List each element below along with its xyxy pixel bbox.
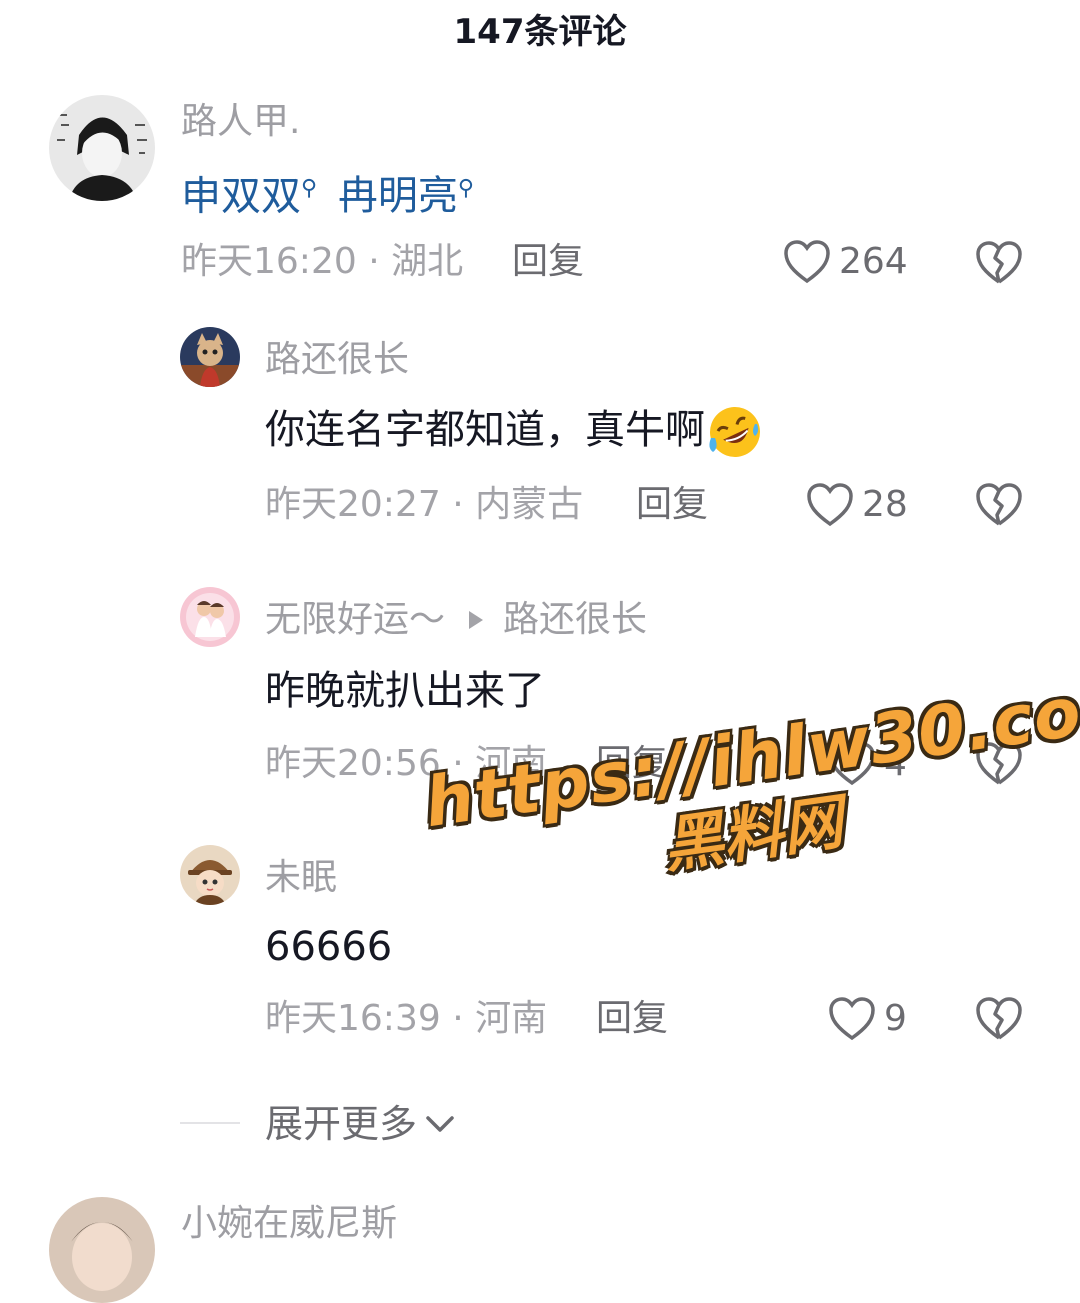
like-count: 9: [884, 998, 907, 1039]
avatar[interactable]: [180, 845, 240, 905]
avatar[interactable]: [180, 327, 240, 387]
search-icon[interactable]: ⚲: [458, 176, 474, 201]
comment-meta: 昨天16:20 · 湖北: [181, 241, 464, 282]
reply-button[interactable]: 回复: [596, 995, 668, 1043]
search-icon[interactable]: ⚲: [301, 176, 317, 201]
comment-text: 66666: [265, 924, 393, 970]
broken-heart-icon: [976, 241, 1022, 284]
avatar[interactable]: [49, 95, 155, 201]
avatar[interactable]: [180, 587, 240, 647]
comment-text: 你连名字都知道，真牛啊: [265, 403, 763, 460]
comment-meta: 昨天20:56 · 河南: [265, 743, 548, 784]
comment-username[interactable]: 未眠: [265, 854, 337, 902]
comment-meta: 昨天16:39 · 河南: [265, 998, 548, 1039]
reply-button[interactable]: 回复: [636, 481, 708, 529]
broken-heart-icon: [976, 742, 1022, 785]
like-count: 264: [839, 241, 908, 282]
comment-username[interactable]: 无限好运～: [265, 599, 445, 640]
dislike-button[interactable]: [975, 482, 1023, 532]
expand-more-label: 展开更多: [265, 1102, 418, 1146]
reply-arrow-icon: [469, 611, 484, 629]
like-count: 28: [862, 484, 908, 525]
comment-username[interactable]: 路人甲.: [181, 98, 300, 146]
reply-to-username[interactable]: 路还很长: [503, 599, 647, 640]
dislike-button[interactable]: [975, 996, 1023, 1046]
broken-heart-icon: [976, 483, 1022, 526]
broken-heart-icon: [976, 997, 1022, 1040]
comment-mentions: 申双双⚲ 冉明亮⚲: [181, 162, 474, 223]
heart-icon: [807, 483, 853, 527]
mention-link[interactable]: 冉明亮: [338, 173, 458, 219]
expand-divider: [180, 1122, 240, 1124]
comment-username-thread: 无限好运～ 路还很长: [265, 596, 647, 644]
expand-more-button[interactable]: 展开更多: [265, 1100, 457, 1148]
comment-text: 昨晚就扒出来了: [265, 668, 545, 714]
mention-link[interactable]: 申双双: [181, 173, 301, 219]
comment-username[interactable]: 小婉在威尼斯: [181, 1200, 397, 1248]
comment-meta: 昨天20:27 · 内蒙古: [265, 484, 584, 525]
heart-icon: [829, 742, 875, 786]
comment-username[interactable]: 路还很长: [265, 336, 409, 384]
like-button[interactable]: 264: [783, 238, 908, 286]
like-count: 4: [884, 743, 907, 784]
rofl-emoji-icon: [709, 407, 760, 457]
reply-button[interactable]: 回复: [596, 740, 668, 788]
like-button[interactable]: 28: [806, 481, 908, 529]
reply-button[interactable]: 回复: [512, 238, 584, 286]
avatar[interactable]: [49, 1197, 155, 1303]
dislike-button[interactable]: [975, 240, 1023, 290]
dislike-button[interactable]: [975, 741, 1023, 791]
like-button[interactable]: 9: [828, 995, 907, 1043]
heart-icon: [784, 240, 830, 284]
heart-icon: [829, 997, 875, 1041]
chevron-down-icon: [426, 1116, 454, 1132]
comment-text-body: 你连名字都知道，真牛啊: [265, 407, 705, 453]
like-button[interactable]: 4: [828, 740, 907, 788]
comments-count-title: 147条评论: [453, 12, 627, 52]
